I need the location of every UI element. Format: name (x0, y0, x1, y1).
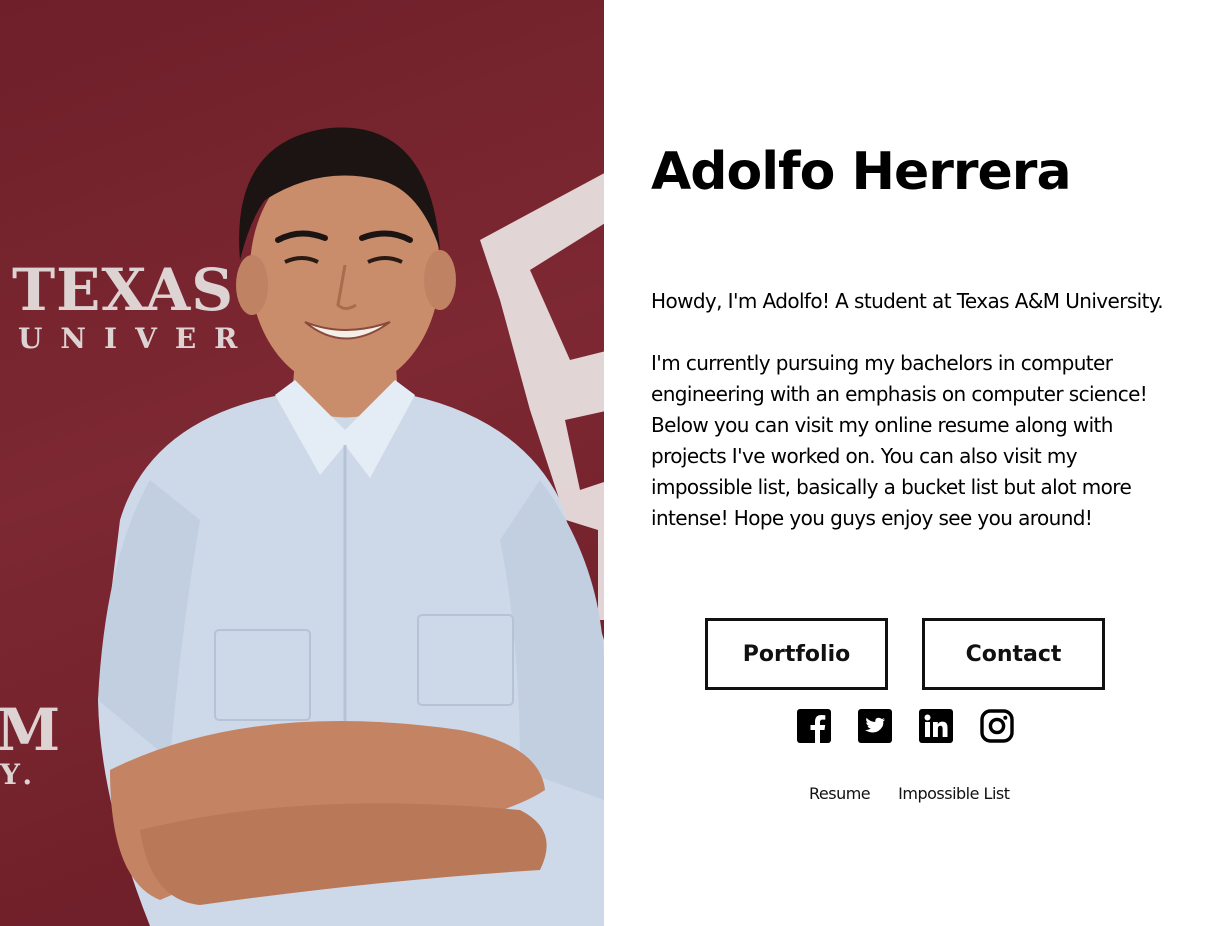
instagram-icon[interactable] (980, 709, 1014, 743)
social-links (797, 709, 1014, 743)
impossible-list-link[interactable]: Impossible List (898, 784, 1010, 803)
resume-link[interactable]: Resume (809, 784, 871, 803)
profile-photo: TEXAS UNIVER M Y. (0, 0, 604, 926)
person-figure (98, 127, 604, 926)
intro-section: Adolfo Herrera Howdy, I'm Adolfo! A stud… (604, 0, 1207, 926)
page-title: Adolfo Herrera (651, 142, 1072, 202)
linkedin-icon[interactable] (919, 709, 953, 743)
bio-description: I'm currently pursuing my bachelors in c… (651, 351, 1148, 530)
page: TEXAS UNIVER M Y. Adolfo Herrera Howdy, … (0, 0, 1207, 926)
contact-button[interactable]: Contact (922, 618, 1105, 690)
bio: Howdy, I'm Adolfo! A student at Texas A&… (651, 286, 1171, 565)
twitter-icon[interactable] (858, 709, 892, 743)
facebook-icon[interactable] (797, 709, 831, 743)
footer-links: Resume Impossible List (809, 784, 1010, 803)
bio-intro: Howdy, I'm Adolfo! A student at Texas A&… (651, 289, 1164, 313)
portfolio-button[interactable]: Portfolio (705, 618, 888, 690)
